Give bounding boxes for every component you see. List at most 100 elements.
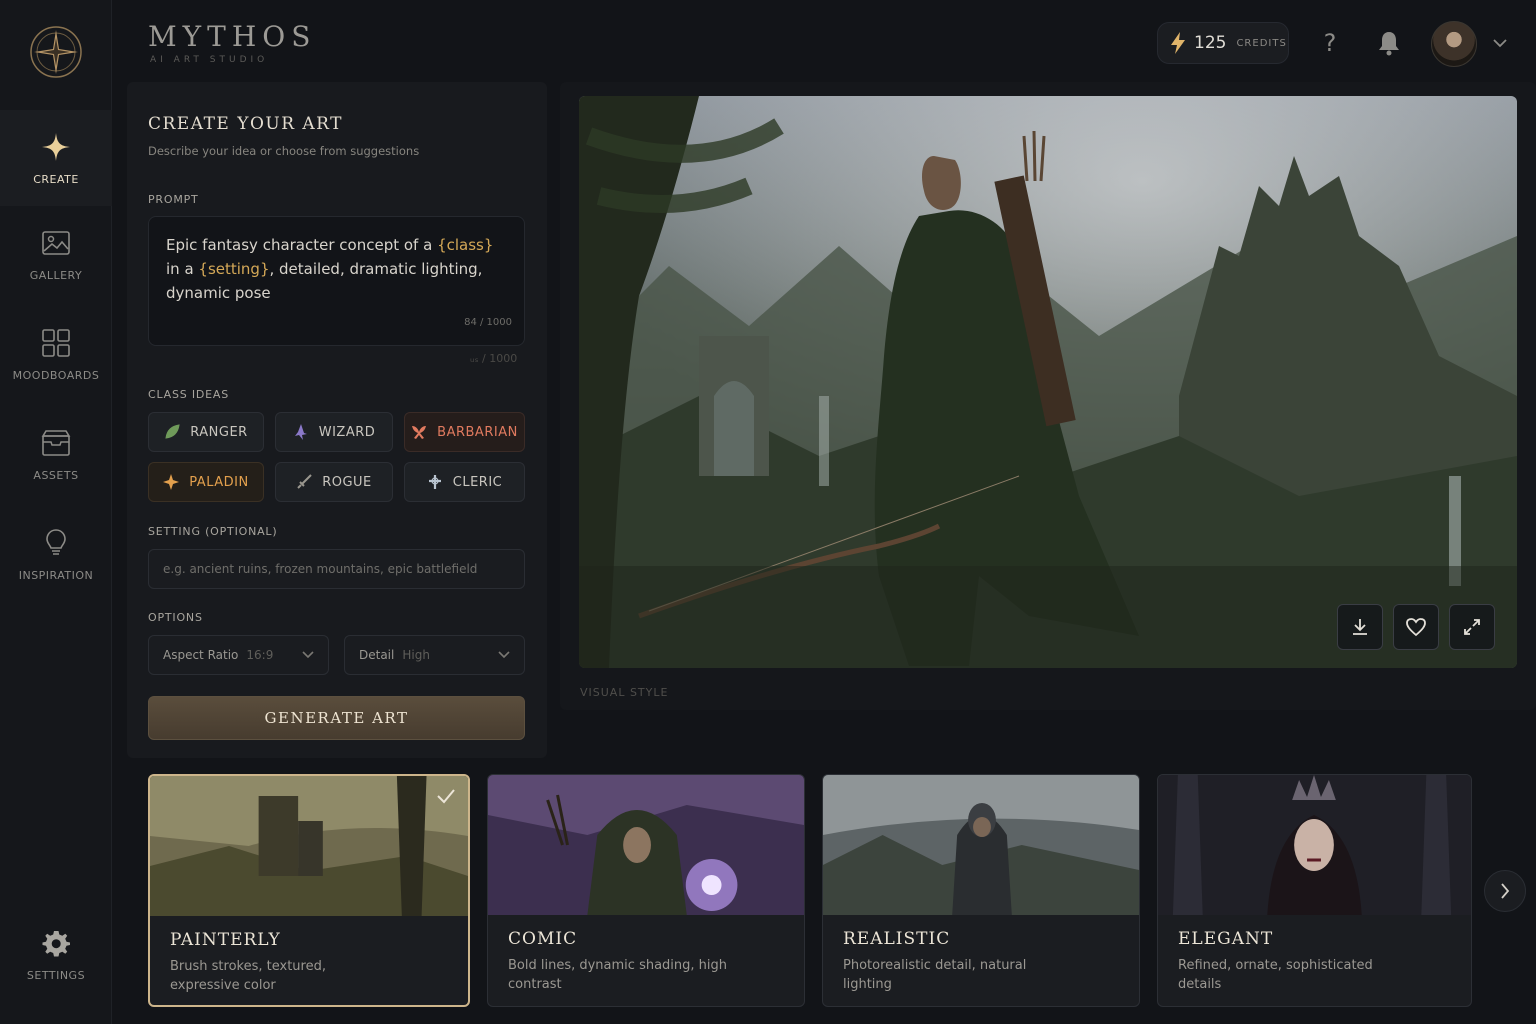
- setting-input[interactable]: [163, 562, 524, 576]
- style-card-painterly[interactable]: PAINTERLY Brush strokes, textured, expre…: [148, 774, 470, 1007]
- preview-area: VISUAL STYLE: [560, 82, 1536, 710]
- styles-next-button[interactable]: [1484, 870, 1526, 912]
- style-title: REALISTIC: [843, 929, 951, 949]
- gear-icon: [42, 930, 70, 956]
- style-description: Refined, ornate, sophisticated details: [1178, 958, 1373, 992]
- chevron-down-icon: [498, 651, 510, 659]
- prompt-class-tag: {class}: [437, 236, 494, 254]
- class-chip-wizard[interactable]: WIZARD: [275, 412, 393, 452]
- brand-tagline: AI ART STUDIO: [150, 55, 269, 65]
- checkmark-icon: [436, 788, 456, 808]
- generate-art-button[interactable]: GENERATE ART: [148, 696, 525, 740]
- sidebar-item-label: SETTINGS: [26, 968, 86, 982]
- cross-icon: [163, 474, 180, 490]
- aspect-ratio-label: Aspect Ratio: [163, 648, 239, 662]
- lightning-icon: [1171, 32, 1185, 54]
- credits-label: CREDITS: [1236, 37, 1287, 49]
- style-title: PAINTERLY: [170, 930, 281, 950]
- axe-icon: [412, 426, 427, 439]
- sidebar-item-label: CREATE: [33, 172, 79, 186]
- brand: MYTHOS AI ART STUDIO: [148, 20, 316, 65]
- class-ideas-label: CLASS IDEAS: [148, 388, 230, 401]
- style-title: ELEGANT: [1178, 929, 1274, 949]
- options-label: OPTIONS: [148, 611, 203, 624]
- sidebar-item-label: MOODBOARDS: [12, 368, 100, 382]
- chevron-down-icon: [302, 651, 314, 659]
- favorite-button[interactable]: [1393, 604, 1439, 650]
- class-chip-barbarian[interactable]: BARBARIAN: [404, 412, 525, 452]
- prompt-label: PROMPT: [148, 193, 199, 206]
- class-chip-rogue[interactable]: ROGUE: [275, 462, 393, 502]
- chip-label: ROGUE: [322, 474, 372, 490]
- panel-title: CREATE YOUR ART: [148, 114, 344, 134]
- ghost-counter: ᵤₛ / 1000: [470, 352, 518, 365]
- expand-icon: [1464, 619, 1480, 635]
- class-chip-cleric[interactable]: CLERIC: [404, 462, 525, 502]
- sidebar-item-label: GALLERY: [29, 268, 83, 282]
- grid-icon: [42, 328, 70, 357]
- sparkle-icon: [42, 132, 70, 161]
- download-icon: [1353, 619, 1367, 635]
- generated-image[interactable]: [579, 96, 1517, 668]
- image-icon: [42, 230, 70, 255]
- chip-label: WIZARD: [318, 424, 376, 440]
- style-card-elegant[interactable]: ELEGANT Refined, ornate, sophisticated d…: [1157, 774, 1472, 1007]
- fullscreen-button[interactable]: [1449, 604, 1495, 650]
- dagger-icon: [297, 474, 312, 489]
- realistic-thumbnail: [823, 775, 1139, 915]
- panel-subtitle: Describe your idea or choose from sugges…: [148, 144, 420, 158]
- style-title: COMIC: [508, 929, 578, 949]
- prompt-text: in a: [166, 260, 199, 278]
- style-card-realistic[interactable]: REALISTIC Photorealistic detail, natural…: [822, 774, 1140, 1007]
- compass-logo-icon[interactable]: [28, 24, 84, 80]
- credits-value: 125: [1194, 33, 1227, 53]
- sidebar-item-moodboards[interactable]: MOODBOARDS: [0, 306, 112, 402]
- avatar[interactable]: [1431, 21, 1477, 67]
- sidebar-item-inspiration[interactable]: INSPIRATION: [0, 506, 112, 602]
- chevron-right-icon: [1501, 883, 1510, 899]
- sidebar-item-assets[interactable]: ASSETS: [0, 406, 112, 502]
- chip-label: PALADIN: [189, 474, 249, 490]
- style-description: Brush strokes, textured, expressive colo…: [170, 959, 326, 993]
- prompt-text: Epic fantasy character concept of a: [166, 236, 438, 254]
- prompt-setting-tag: {setting}: [198, 260, 270, 278]
- chevron-down-icon[interactable]: [1486, 28, 1514, 58]
- comic-thumbnail: [488, 775, 804, 915]
- detail-select[interactable]: Detail High: [344, 635, 525, 675]
- sidebar: CREATE GALLERY MOODBOARDS ASSETS INSPIRA…: [0, 0, 112, 1024]
- download-button[interactable]: [1337, 604, 1383, 650]
- credits-badge[interactable]: 125 CREDITS: [1157, 22, 1289, 64]
- leaf-icon: [165, 424, 180, 439]
- elegant-thumbnail: [1158, 775, 1471, 915]
- holy-cross-icon: [428, 475, 441, 489]
- create-panel: CREATE YOUR ART Describe your idea or ch…: [127, 82, 547, 758]
- chip-label: RANGER: [190, 424, 248, 440]
- prompt-counter: 84 / 1000: [464, 317, 512, 328]
- sidebar-item-label: ASSETS: [33, 468, 79, 482]
- chip-label: CLERIC: [452, 474, 503, 490]
- sidebar-item-gallery[interactable]: GALLERY: [0, 206, 112, 302]
- setting-field[interactable]: [148, 549, 525, 589]
- setting-label: SETTING (OPTIONAL): [148, 525, 278, 538]
- detail-label: Detail: [359, 648, 395, 662]
- aspect-ratio-value: 16:9: [246, 648, 274, 662]
- wizard-icon: [294, 424, 307, 440]
- detail-value: High: [402, 648, 430, 662]
- aspect-ratio-select[interactable]: Aspect Ratio 16:9: [148, 635, 329, 675]
- style-card-comic[interactable]: COMIC Bold lines, dynamic shading, high …: [487, 774, 805, 1007]
- class-chip-paladin[interactable]: PALADIN: [148, 462, 264, 502]
- brand-name: MYTHOS: [148, 20, 317, 53]
- bell-icon[interactable]: [1375, 28, 1403, 58]
- painterly-thumbnail: [150, 776, 468, 916]
- box-icon: [41, 429, 71, 456]
- style-description: Photorealistic detail, natural lighting: [843, 958, 1027, 992]
- visual-style-label: VISUAL STYLE: [580, 686, 669, 699]
- lightbulb-icon: [46, 528, 66, 555]
- style-description: Bold lines, dynamic shading, high contra…: [508, 958, 728, 992]
- heart-icon: [1406, 618, 1426, 637]
- sidebar-item-create[interactable]: CREATE: [0, 110, 112, 206]
- sidebar-item-settings[interactable]: SETTINGS: [0, 906, 112, 1002]
- prompt-textarea[interactable]: Epic fantasy character concept of a {cla…: [148, 216, 525, 346]
- help-icon[interactable]: ?: [1316, 28, 1344, 58]
- class-chip-ranger[interactable]: RANGER: [148, 412, 264, 452]
